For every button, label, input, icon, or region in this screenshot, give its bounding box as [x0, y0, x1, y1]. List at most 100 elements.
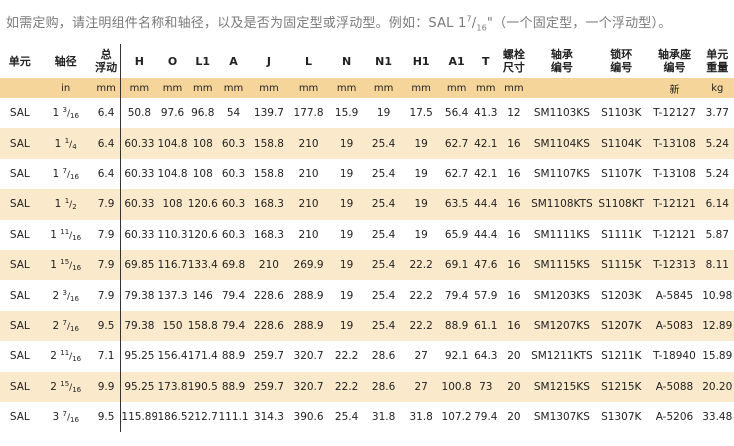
- data-cell: 111.1: [218, 411, 249, 424]
- unit-header: mm: [288, 78, 329, 98]
- data-cell: T-12313: [648, 249, 701, 281]
- data-cell: 73: [473, 371, 499, 402]
- table-row: SAL 2 7/16 9.5 79.38 150 158.8 79.4 228.6 288.9 1…: [0, 310, 734, 342]
- data-cell: 95.25: [120, 371, 158, 402]
- unit-cell: SAL: [9, 350, 30, 363]
- data-cell: 16: [498, 128, 530, 159]
- data-cell: 7.9: [97, 289, 115, 302]
- data-cell: 64.3: [474, 350, 498, 363]
- data-cell: SM1103KS: [533, 107, 590, 120]
- shaft-size-cell: 2 11/16: [50, 349, 82, 364]
- data-cell: T-13108: [648, 128, 701, 159]
- data-cell: 50.8: [120, 98, 158, 129]
- order-note-text: 如需定购，请注明组件名称和轴径，以及是否为固定型或浮动型。例如：SAL 1: [6, 16, 467, 31]
- data-cell: 22.2: [402, 310, 440, 342]
- data-cell: 288.9: [288, 310, 329, 342]
- data-cell: 228.6: [249, 310, 289, 342]
- data-cell: 61.1: [473, 310, 499, 342]
- data-cell: 133.4: [187, 249, 218, 281]
- data-cell: 171.4: [187, 350, 218, 363]
- data-cell: 173.8: [157, 371, 188, 402]
- table-row: SAL 1 1/4 6.4 60.33 104.8 108 60.3 158.8 210 19 25…: [0, 128, 734, 159]
- data-cell: 104.8: [157, 128, 188, 159]
- shaft-size-cell: 1 3/16: [52, 106, 79, 121]
- data-cell: 212.7: [187, 411, 218, 424]
- table-row: SAL 1 15/16 7.9 69.85 116.7 133.4 69.8 210 269.9…: [0, 249, 734, 281]
- column-header: O: [167, 54, 178, 68]
- unit-header: [0, 78, 40, 98]
- data-cell: 60.3: [217, 128, 250, 159]
- order-note-denominator: 16: [476, 23, 487, 33]
- data-cell: 42.1: [473, 128, 499, 159]
- data-cell: 17.5: [409, 107, 433, 120]
- data-cell: 25.4: [334, 411, 359, 424]
- data-cell: 96.8: [191, 107, 215, 120]
- shaft-size-cell: 2 3/16: [52, 288, 79, 303]
- unit-cell: SAL: [9, 107, 30, 120]
- data-cell: 95.25: [120, 341, 158, 372]
- data-cell: 79.38: [120, 310, 158, 342]
- column-header: 单元: [8, 54, 31, 68]
- data-cell: 177.8: [293, 107, 324, 120]
- shaft-size-cell: 2 7/16: [39, 310, 92, 342]
- data-cell: 25.4: [364, 310, 403, 342]
- data-cell: S1203K: [601, 289, 642, 302]
- data-cell: 320.7: [293, 350, 324, 363]
- data-cell: 79.4: [221, 289, 246, 302]
- data-cell: 5.24: [705, 167, 729, 180]
- data-cell: 16: [498, 310, 530, 342]
- data-cell: 210: [298, 167, 319, 180]
- data-cell: 63.5: [439, 189, 474, 220]
- data-cell: 44.4: [474, 228, 498, 241]
- data-cell: 62.7: [444, 167, 469, 180]
- column-header: 轴径: [54, 54, 77, 68]
- data-cell: 19: [376, 107, 391, 120]
- column-header: A: [229, 54, 238, 68]
- data-cell: 69.8: [217, 249, 250, 281]
- data-cell: SM1307KS: [533, 411, 590, 424]
- data-cell: 7.1: [97, 350, 115, 363]
- data-cell: 16: [507, 228, 521, 241]
- data-cell: 116.7: [157, 249, 188, 281]
- table-row: SAL 1 3/16 6.4 50.8 97.6 96.8 54 139.7 177.8 15.9…: [0, 98, 734, 129]
- spec-table: 单元 轴径 总浮动 H O L1 A J L N N1 H1 A1 T 螺栓 尺寸 轴承 编号 锁环 编号 轴承座 编号单…: [0, 44, 734, 433]
- data-cell: 186.5: [157, 411, 188, 424]
- data-cell: S1107K: [601, 167, 642, 180]
- data-cell: 259.7: [249, 371, 289, 402]
- data-cell: S1215K: [594, 371, 649, 402]
- unit-cell: SAL: [0, 310, 40, 342]
- data-cell: 47.6: [473, 249, 499, 281]
- shaft-size-cell: 1 1/2: [39, 189, 92, 220]
- table-row: SAL 2 15/16 9.9 95.25 173.8 190.5 88.9 259.7 320…: [0, 371, 734, 402]
- data-cell: 19: [414, 167, 428, 180]
- shaft-size-cell: 3 7/16: [52, 410, 79, 425]
- unit-header: kg: [700, 78, 734, 98]
- data-cell: S1211K: [601, 350, 642, 363]
- data-cell: 42.1: [474, 167, 498, 180]
- data-cell: 79.4: [217, 310, 250, 342]
- data-cell: 259.7: [253, 350, 284, 363]
- data-cell: 69.1: [439, 249, 474, 281]
- column-header: T: [482, 54, 490, 68]
- data-cell: 6.4: [97, 107, 115, 120]
- order-note: 如需定购，请注明组件名称和轴径，以及是否为固定型或浮动型。例如：SAL 17/1…: [6, 12, 671, 33]
- data-cell: 110.3: [157, 228, 188, 241]
- data-cell: 108: [157, 189, 188, 220]
- shaft-size-cell: 2 15/16: [39, 371, 92, 402]
- unit-cell: SAL: [9, 411, 30, 424]
- data-cell: 19: [339, 228, 354, 241]
- data-cell: 92.1: [444, 350, 469, 363]
- data-cell: 146: [192, 289, 213, 302]
- data-cell: 20.20: [700, 371, 734, 402]
- column-header: 锁环 编号: [610, 48, 633, 74]
- unit-header: mm: [91, 78, 121, 98]
- data-cell: 158.8: [253, 167, 284, 180]
- unit-header: [529, 78, 595, 98]
- data-cell: 97.6: [160, 107, 185, 120]
- data-cell: 228.6: [253, 289, 284, 302]
- data-cell: T-12121: [648, 189, 701, 220]
- unit-cell: SAL: [0, 128, 40, 159]
- data-cell: S1115K: [594, 249, 649, 281]
- column-header: N1: [375, 54, 393, 68]
- data-cell: 79.4: [444, 289, 469, 302]
